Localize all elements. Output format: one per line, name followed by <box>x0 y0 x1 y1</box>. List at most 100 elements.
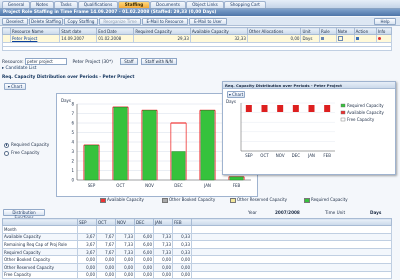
table-cell[interactable]: 6,00 <box>134 247 154 257</box>
table-cell[interactable] <box>134 225 154 234</box>
resource-name-link[interactable]: Peter Project <box>9 34 61 43</box>
table-cell[interactable] <box>172 225 192 234</box>
table-cell[interactable]: 7,33 <box>115 232 135 242</box>
table-cell[interactable]: 0,00 <box>96 270 116 280</box>
table-cell[interactable]: 0,00 <box>115 262 135 272</box>
table-cell[interactable]: 7,67 <box>96 232 116 242</box>
email-resource-button[interactable]: E-Mail to Resource <box>142 18 188 25</box>
tab-object-links[interactable]: Object Links <box>186 1 224 8</box>
table-cell[interactable]: 0,00 <box>172 255 192 264</box>
table-cell[interactable]: 0,33 <box>172 240 192 249</box>
reorganize-time-button[interactable]: Reorganize Time <box>99 18 141 25</box>
tab-documents[interactable]: Documents <box>150 1 186 8</box>
help-button[interactable]: Help <box>374 18 396 25</box>
table-cell[interactable]: 7,33 <box>115 240 135 249</box>
table-cell[interactable]: 7,33 <box>115 247 135 257</box>
table-cell[interactable]: 0,00 <box>77 270 97 280</box>
table-cell[interactable] <box>77 225 97 234</box>
available-capacity-bar[interactable] <box>277 105 284 112</box>
table-cell[interactable]: 0,33 <box>172 232 192 242</box>
deselect-button[interactable]: Deselect <box>2 18 28 25</box>
available-capacity-bar[interactable] <box>261 105 268 112</box>
filler-cell <box>191 232 392 242</box>
table-cell[interactable]: 0,00 <box>153 262 173 272</box>
table-cell[interactable]: 0,00 <box>153 255 173 264</box>
table-cell[interactable]: 6,00 <box>134 240 154 249</box>
tab-general[interactable]: General <box>2 1 30 8</box>
x-tick-label: SEP <box>245 153 253 158</box>
required-capacity-bar[interactable] <box>229 176 244 181</box>
action-icon[interactable] <box>353 34 377 43</box>
available-capacity-bar[interactable] <box>245 105 252 112</box>
radio-selected-icon <box>4 142 9 148</box>
table-cell[interactable]: 7,67 <box>96 240 116 249</box>
table-cell[interactable]: 3,67 <box>77 232 97 242</box>
resource-input[interactable]: peter project <box>25 58 68 65</box>
required-capacity-bar[interactable] <box>142 110 157 181</box>
table-cell[interactable]: 0,00 <box>96 255 116 264</box>
staff-nn-button[interactable]: Staff with N/N <box>141 58 177 65</box>
note-icon[interactable] <box>335 34 355 43</box>
staff-button[interactable]: Staff <box>120 58 138 65</box>
unit-select[interactable]: Days <box>300 34 320 43</box>
table-cell[interactable]: 7,33 <box>153 232 173 242</box>
table-cell[interactable]: 0,00 <box>77 262 97 272</box>
table-cell[interactable]: 3,67 <box>77 240 97 249</box>
y-tick-label: 2 <box>71 158 74 163</box>
table-cell[interactable]: 0,00 <box>96 262 116 272</box>
rule-icon[interactable] <box>319 34 337 43</box>
table-cell[interactable]: 0,00 <box>134 262 154 272</box>
tab-tasks[interactable]: Tasks <box>54 1 78 8</box>
select-column[interactable] <box>2 27 11 35</box>
table-cell[interactable]: 7,67 <box>96 247 116 257</box>
table-cell[interactable] <box>96 225 116 234</box>
table-cell[interactable]: 3,67 <box>77 247 97 257</box>
table-cell[interactable] <box>115 225 135 234</box>
y-tick-label: 3 <box>71 149 74 154</box>
legend-reserved: Other Reserved Capacity <box>230 197 287 203</box>
candidate-list-button[interactable]: ▸ Candidate List <box>2 66 36 72</box>
tab-qualifications[interactable]: Qualifications <box>78 1 118 8</box>
legend-entry: Required Capacity <box>347 103 384 108</box>
table-cell[interactable]: 0,00 <box>172 270 192 280</box>
info-icon[interactable] <box>375 34 393 43</box>
table-cell[interactable]: 0,00 <box>134 255 154 264</box>
available-capacity-bar[interactable] <box>324 105 331 112</box>
tab-staffing[interactable]: Staffing <box>118 1 150 8</box>
row-selector[interactable] <box>2 34 11 43</box>
table-cell[interactable]: 0,00 <box>115 255 135 264</box>
table-cell[interactable]: 0,00 <box>115 270 135 280</box>
end-date-field[interactable]: 01.02.2008 <box>96 34 135 43</box>
required-capacity-bar[interactable] <box>171 151 186 181</box>
year-select[interactable]: 2007/2008 <box>275 210 300 215</box>
delete-staffing-button[interactable]: Delete Staffing <box>29 18 63 25</box>
required-capacity-bar[interactable] <box>200 110 215 181</box>
table-cell[interactable]: 0,00 <box>134 270 154 280</box>
radio-unselected-icon <box>4 150 9 156</box>
chart-button[interactable]: ▾ Chart <box>4 83 26 90</box>
start-date-field[interactable]: 14.09.2007 <box>59 34 98 43</box>
table-cell[interactable]: 6,00 <box>134 232 154 242</box>
copy-staffing-button[interactable]: Copy Staffing <box>64 18 98 25</box>
column-header: OCT <box>96 218 116 226</box>
table-cell[interactable]: 7,33 <box>153 240 173 249</box>
radio-free-capacity[interactable]: Free Capacity <box>4 150 40 156</box>
email-user-button[interactable]: E-Mail to User <box>189 18 227 25</box>
tab-notes[interactable]: Notes <box>30 1 54 8</box>
required-capacity-bar[interactable] <box>84 144 99 181</box>
table-cell[interactable]: 0,00 <box>153 270 173 280</box>
table-cell[interactable]: 7,33 <box>153 247 173 257</box>
tab-shopping-cart[interactable]: Shopping Cart <box>224 1 266 8</box>
table-cell[interactable]: 0,00 <box>172 262 192 272</box>
required-capacity-bar[interactable] <box>113 106 128 181</box>
distribution-functions-button[interactable]: Distribution Functions <box>3 209 45 220</box>
filler-cell <box>191 240 392 249</box>
table-cell[interactable]: 0,00 <box>77 255 97 264</box>
time-unit-select[interactable]: Days <box>370 210 381 215</box>
table-cell[interactable]: 0,33 <box>172 247 192 257</box>
table-cell[interactable] <box>153 225 173 234</box>
table-row[interactable]: Peter Project 14.09.2007 01.02.2008 29,3… <box>2 34 393 43</box>
radio-required-capacity[interactable]: Required Capacity <box>4 142 49 148</box>
available-capacity-bar[interactable] <box>308 105 315 112</box>
available-capacity-bar[interactable] <box>292 105 299 112</box>
